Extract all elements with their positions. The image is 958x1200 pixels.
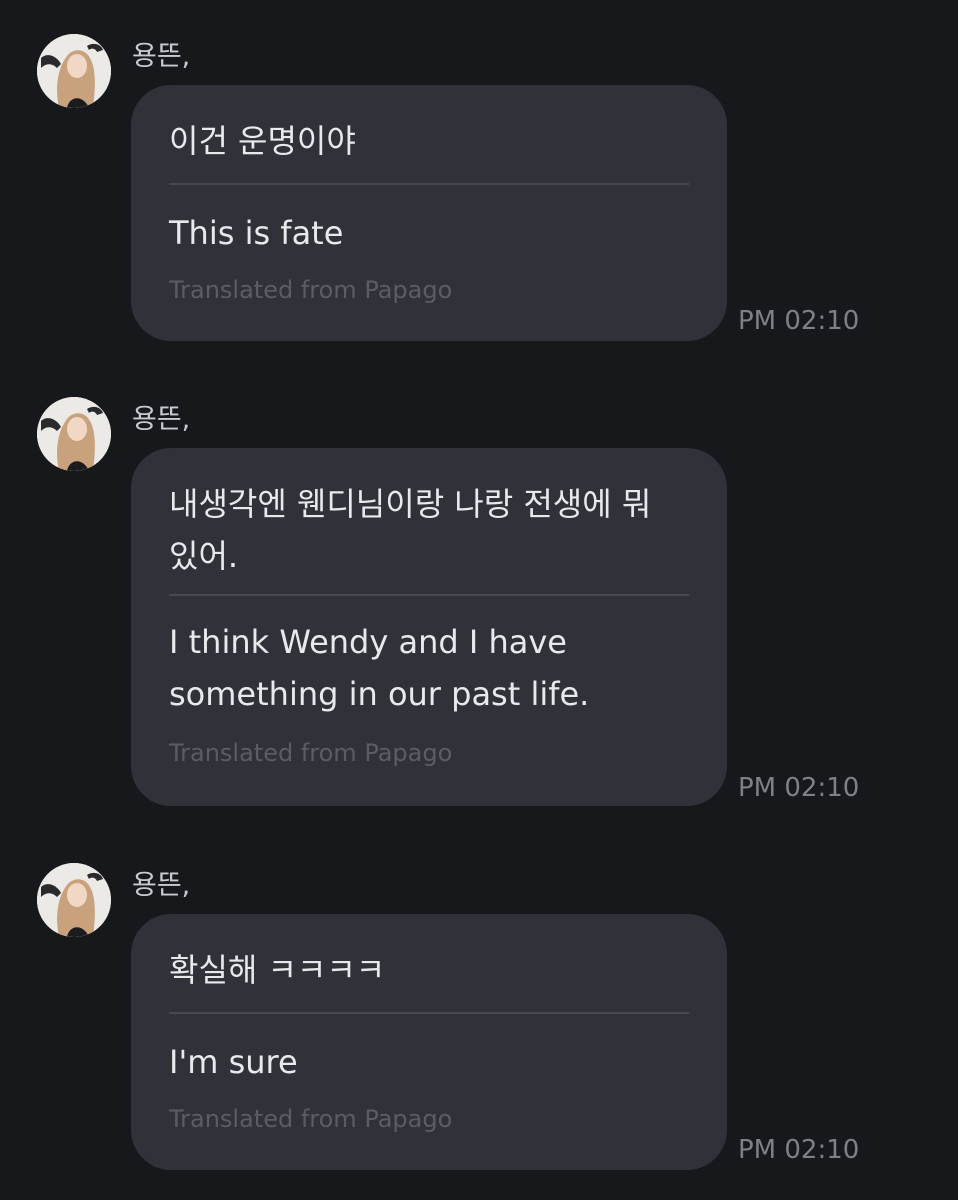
divider [169, 183, 689, 185]
translated-text: This is fate [169, 214, 344, 252]
original-text: 내생각엔 웬디님이랑 나랑 전생에 뭐 있어. [169, 485, 652, 575]
original-text: 확실해 ㅋㅋㅋㅋ [169, 951, 386, 989]
message-bubble[interactable]: 이건 운명이야 This is fate Translated from Pap… [131, 85, 727, 341]
avatar[interactable] [37, 397, 111, 471]
sender-name: 용뜬, [132, 870, 191, 901]
message-time: PM 02:10 [738, 306, 860, 336]
message-bubble[interactable]: 확실해 ㅋㅋㅋㅋ I'm sure Translated from Papago [131, 914, 727, 1170]
message-bubble[interactable]: 내생각엔 웬디님이랑 나랑 전생에 뭐 있어. I think Wendy an… [131, 448, 727, 806]
translated-text: I'm sure [169, 1043, 298, 1081]
translated-text: I think Wendy and I have something in ou… [169, 623, 590, 713]
message-time: PM 02:10 [738, 773, 860, 803]
profile-photo-icon [37, 397, 111, 471]
divider [169, 1012, 689, 1014]
profile-photo-icon [37, 863, 111, 937]
translation-credit: Translated from Papago [169, 276, 453, 304]
profile-photo-icon [37, 34, 111, 108]
avatar[interactable] [37, 863, 111, 937]
original-text: 이건 운명이야 [169, 122, 356, 160]
message-time: PM 02:10 [738, 1135, 860, 1165]
translation-credit: Translated from Papago [169, 1105, 453, 1133]
sender-name: 용뜬, [132, 41, 191, 72]
divider [169, 594, 689, 596]
sender-name: 용뜬, [132, 404, 191, 435]
translation-credit: Translated from Papago [169, 739, 453, 767]
avatar[interactable] [37, 34, 111, 108]
chat-thread: 용뜬, 이건 운명이야 This is fate Translated from… [0, 0, 958, 1200]
